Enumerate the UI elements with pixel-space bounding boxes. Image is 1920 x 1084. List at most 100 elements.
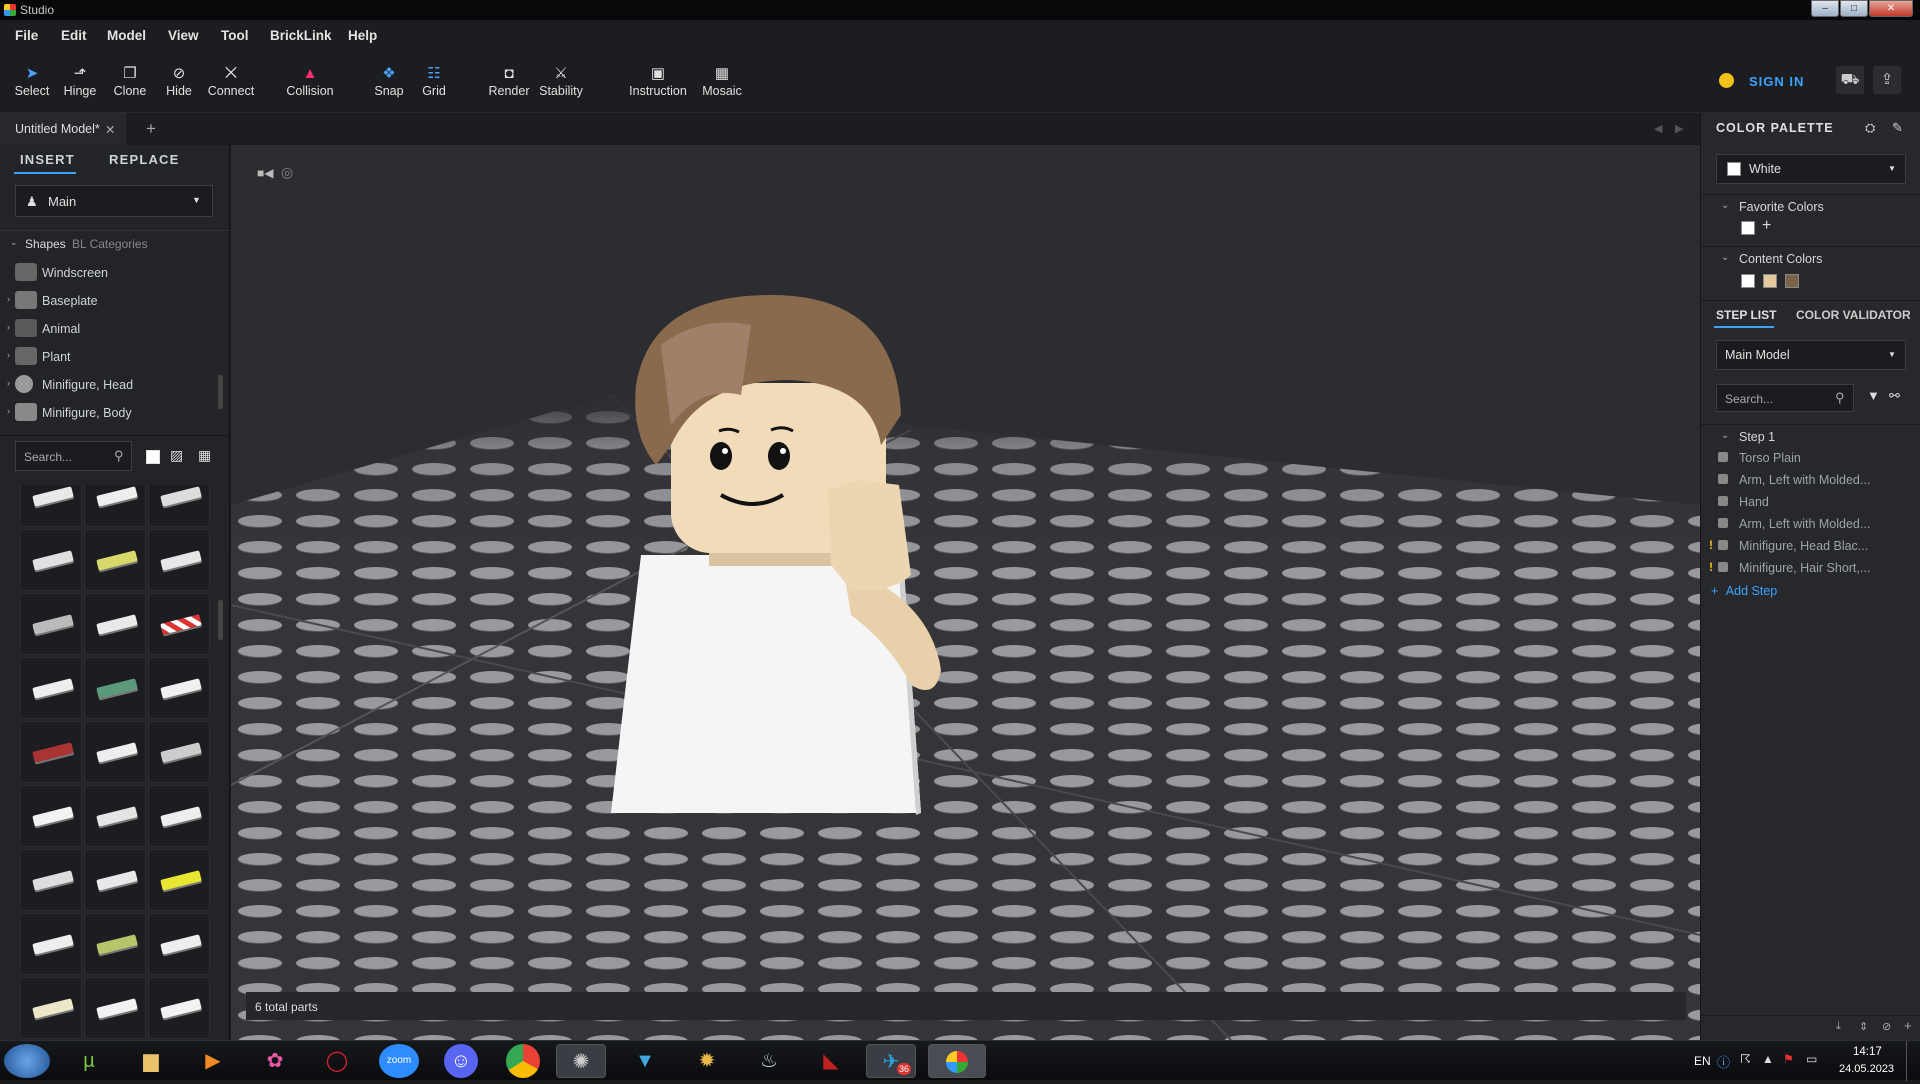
paint-roller-icon[interactable]: ⛭ [1865, 120, 1875, 136]
step-search-input[interactable]: Search... ⚲ [1716, 384, 1854, 412]
parts-search-input[interactable]: Search... ⚲ [15, 441, 132, 471]
telegram-icon[interactable]: ✈ 36 [866, 1044, 916, 1078]
camera-view-icon[interactable]: ■◀ [257, 166, 273, 180]
collision-tool-button[interactable]: ▲ Collision [280, 64, 340, 98]
utorrent-icon[interactable]: µ [64, 1044, 114, 1078]
add-step-button[interactable]: + Add Step [1711, 584, 1777, 598]
step-part-item[interactable]: Torso Plain [1709, 447, 1914, 469]
sign-in-button[interactable]: SIGN IN [1749, 74, 1804, 89]
eyedropper-icon[interactable]: ✎ [1892, 120, 1903, 136]
reset-view-icon[interactable]: ◎ [281, 164, 293, 181]
part-tile[interactable] [20, 913, 82, 975]
hearthstone-icon[interactable]: ✹ [682, 1044, 732, 1078]
part-tile[interactable] [20, 593, 82, 655]
solid-color-toggle-icon[interactable] [146, 450, 160, 464]
stability-tool-button[interactable]: ⚔ Stability [531, 64, 591, 98]
menu-tool[interactable]: Tool [221, 28, 249, 43]
subtab-shapes[interactable]: Shapes [25, 237, 66, 251]
add-icon[interactable]: + [1904, 1018, 1912, 1033]
palette-select[interactable]: ♟ Main ▼ [15, 185, 213, 217]
close-tab-icon[interactable]: ✕ [105, 122, 115, 137]
part-tile[interactable] [20, 485, 82, 527]
studio-icon[interactable] [928, 1044, 986, 1078]
steam-icon[interactable]: ♨ [744, 1044, 794, 1078]
category-windscreen[interactable]: Windscreen [0, 260, 220, 286]
tab-insert[interactable]: INSERT [20, 152, 75, 167]
dota-icon[interactable]: ◣ [806, 1044, 856, 1078]
discord-icon[interactable]: ☺ [444, 1044, 478, 1078]
add-favorite-color-icon[interactable]: + [1762, 217, 1771, 235]
3d-viewport[interactable]: ■◀ ◎ 6 total parts [231, 145, 1700, 1040]
menu-model[interactable]: Model [107, 28, 146, 43]
category-animal[interactable]: › Animal [0, 316, 220, 342]
file-explorer-icon[interactable]: ▆ [126, 1044, 176, 1078]
category-minifigure-head[interactable]: › Minifigure, Head [0, 372, 220, 398]
category-scrollbar[interactable] [218, 375, 223, 409]
category-minifigure-body[interactable]: › Minifigure, Body [0, 400, 220, 426]
hide-step-icon[interactable]: ⊘ [1882, 1020, 1891, 1033]
part-tile[interactable] [20, 721, 82, 783]
tab-step-list[interactable]: STEP LIST [1716, 308, 1776, 322]
part-tile[interactable] [20, 785, 82, 847]
collapse-chevron-icon[interactable]: ⌄ [1721, 200, 1729, 211]
part-tile[interactable] [84, 785, 146, 847]
language-indicator[interactable]: EN [1694, 1054, 1711, 1068]
start-orb-icon[interactable] [4, 1044, 50, 1078]
vpn-icon[interactable]: ▼ [620, 1044, 670, 1078]
grid-tool-button[interactable]: ☷ Grid [404, 64, 464, 98]
help-icon[interactable]: ⓘ [1717, 1052, 1730, 1071]
cart-button[interactable]: ⛟ [1836, 66, 1864, 94]
tab-scroll-right-icon[interactable]: ▶ [1675, 122, 1683, 135]
expand-all-icon[interactable]: ⇕ [1859, 1020, 1868, 1033]
category-baseplate[interactable]: › Baseplate [0, 288, 220, 314]
show-desktop-button[interactable] [1906, 1041, 1920, 1081]
part-tile[interactable] [84, 657, 146, 719]
part-tile[interactable] [84, 849, 146, 911]
chrome-icon[interactable] [506, 1044, 540, 1078]
part-tile[interactable] [148, 593, 210, 655]
content-color-swatch[interactable] [1763, 274, 1777, 288]
tab-untitled-model[interactable]: Untitled Model* ✕ [0, 113, 126, 145]
part-tile[interactable] [148, 785, 210, 847]
opera-icon[interactable]: ◯ [312, 1044, 362, 1078]
add-tab-button[interactable]: + [146, 119, 156, 139]
clock-date[interactable]: 24.05.2023 [1839, 1063, 1894, 1075]
media-player-icon[interactable]: ▶ [188, 1044, 238, 1078]
part-tile[interactable] [148, 913, 210, 975]
collapse-chevron-icon[interactable]: ⌄ [1721, 252, 1729, 263]
render-tool-button[interactable]: ◘ Render [479, 64, 539, 98]
part-tile[interactable] [84, 529, 146, 591]
part-tile[interactable] [148, 977, 210, 1039]
parts-scrollbar[interactable] [218, 600, 223, 640]
step-part-item[interactable]: ! Minifigure, Hair Short,... [1709, 557, 1914, 579]
part-tile[interactable] [20, 657, 82, 719]
instruction-tool-button[interactable]: ▣ Instruction [627, 64, 689, 98]
close-window-button[interactable]: ✕ [1869, 0, 1913, 17]
model-select[interactable]: Main Model ▼ [1716, 340, 1906, 370]
clock-time[interactable]: 14:17 [1853, 1046, 1882, 1058]
zoom-icon[interactable]: zoom [379, 1044, 419, 1078]
category-plant[interactable]: › Plant [0, 344, 220, 370]
part-tile[interactable] [84, 977, 146, 1039]
step-part-item[interactable]: Hand [1709, 491, 1914, 513]
part-tile[interactable] [148, 485, 210, 527]
step-part-item[interactable]: ! Minifigure, Head Blac... [1709, 535, 1914, 557]
part-tile[interactable] [20, 529, 82, 591]
part-tile[interactable] [148, 657, 210, 719]
step-part-item[interactable]: Arm, Left with Molded... [1709, 513, 1914, 535]
part-tile[interactable] [84, 913, 146, 975]
tab-replace[interactable]: REPLACE [109, 152, 180, 167]
part-tile[interactable] [84, 593, 146, 655]
maximize-button[interactable]: □ [1840, 0, 1868, 17]
content-color-swatch[interactable] [1741, 274, 1755, 288]
grid-view-icon[interactable]: ▦ [198, 447, 211, 464]
menu-file[interactable]: File [15, 28, 38, 43]
part-tile[interactable] [148, 721, 210, 783]
menu-view[interactable]: View [168, 28, 199, 43]
part-tile[interactable] [20, 977, 82, 1039]
menu-edit[interactable]: Edit [61, 28, 87, 43]
menu-bricklink[interactable]: BrickLink [270, 28, 332, 43]
collapse-chevron-icon[interactable]: ⌄ [10, 237, 18, 248]
part-tile[interactable] [20, 849, 82, 911]
tray-icon[interactable]: ☈ [1740, 1052, 1751, 1066]
